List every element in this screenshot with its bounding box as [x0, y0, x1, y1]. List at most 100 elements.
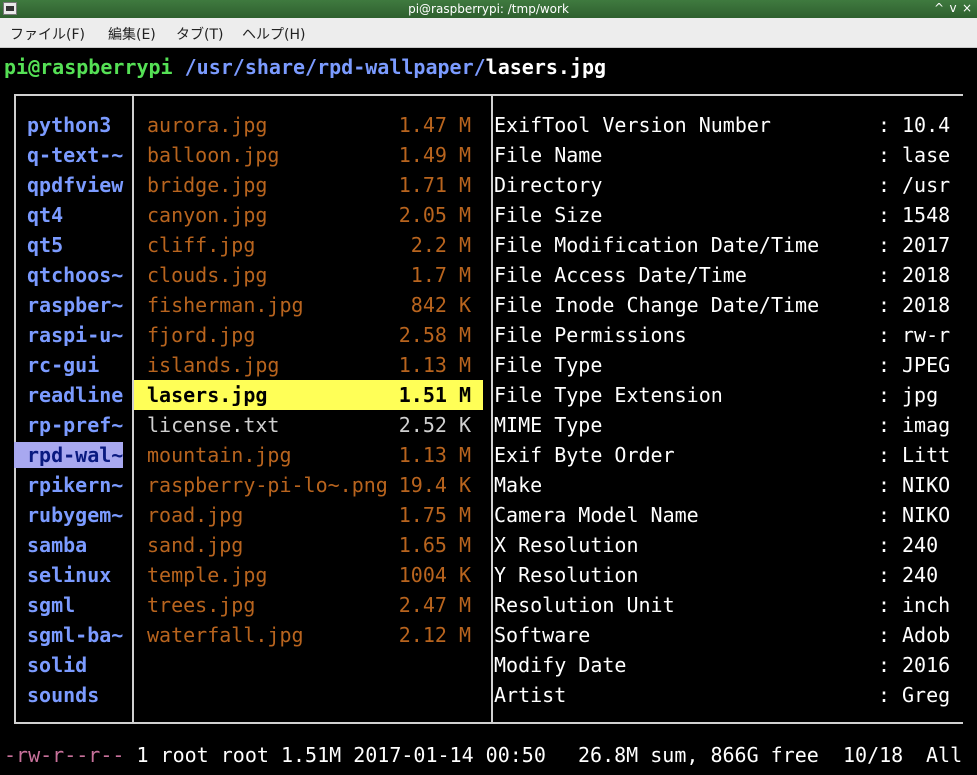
parent-dir-item[interactable]: rc-gui — [27, 350, 124, 380]
exif-field-label: File Modification Date/Time — [494, 233, 820, 257]
file-size: 2.58 M — [398, 323, 471, 347]
parent-dir-item[interactable]: python3 — [27, 110, 124, 140]
prompt-path: /usr/share/rpd-wallpaper/ — [172, 55, 486, 79]
parent-dir-item[interactable]: raspber~ — [27, 290, 124, 320]
parent-dir-item[interactable]: selinux — [27, 560, 124, 590]
exif-field-value: Litt — [902, 443, 951, 467]
file-name[interactable]: road.jpg — [147, 500, 243, 530]
frame-bottom — [14, 722, 963, 724]
file-name[interactable]: balloon.jpg — [147, 140, 279, 170]
maximize-button[interactable]: v — [946, 1, 960, 16]
exif-field-value: JPEG — [902, 353, 951, 377]
parent-dir-item-selected[interactable]: rpd-wal~ — [27, 440, 124, 470]
column-divider-2 — [491, 94, 493, 724]
window-titlebar[interactable]: pi@raspberrypi: /tmp/work ^ v × — [0, 0, 977, 18]
parent-dir-item[interactable]: solid — [27, 650, 124, 680]
file-name[interactable]: bridge.jpg — [147, 170, 267, 200]
exif-separator: : — [878, 623, 891, 647]
status-position: 10/18 — [843, 743, 904, 767]
parent-dir-item[interactable]: rp-pref~ — [27, 410, 124, 440]
exif-field-value: inch — [902, 593, 951, 617]
file-name[interactable]: canyon.jpg — [147, 200, 267, 230]
exif-separator: : — [878, 353, 891, 377]
file-size: 2.47 M — [398, 593, 471, 617]
exif-field-label: ExifTool Version Number — [494, 113, 771, 137]
file-name[interactable]: clouds.jpg — [147, 260, 267, 290]
exif-field-value: lase — [902, 143, 951, 167]
menu-tabs[interactable]: タブ(T) — [176, 24, 223, 44]
menu-help[interactable]: ヘルプ(H) — [242, 24, 305, 44]
exif-separator: : — [878, 413, 891, 437]
parent-dir-item[interactable]: qt5 — [27, 230, 124, 260]
file-size: 1.65 M — [398, 533, 471, 557]
file-size: 1.71 M — [398, 173, 471, 197]
prompt-user-host: pi@raspberrypi — [4, 55, 173, 79]
exif-separator: : — [878, 323, 891, 347]
parent-dir-item[interactable]: qtchoos~ — [27, 260, 124, 290]
exif-field-value: 240 — [902, 533, 939, 557]
exif-separator: : — [878, 443, 891, 467]
exif-field-label: Make — [494, 473, 543, 497]
file-size: 1.47 M — [398, 113, 471, 137]
exif-field-value: NIKO — [902, 503, 951, 527]
parent-dir-item[interactable]: rubygem~ — [27, 500, 124, 530]
file-row-selected[interactable]: lasers.jpg 1.51 M — [134, 380, 483, 410]
parent-dir-item[interactable]: sounds — [27, 680, 124, 710]
file-size: 19.4 K — [398, 473, 471, 497]
file-name[interactable]: fisherman.jpg — [147, 290, 304, 320]
file-name[interactable]: islands.jpg — [147, 350, 279, 380]
exif-field-label: Artist — [494, 683, 567, 707]
minimize-button[interactable]: ^ — [932, 1, 946, 16]
file-size: 1.13 M — [398, 353, 471, 377]
file-name[interactable]: raspberry-pi-lo~.png — [147, 470, 388, 500]
parent-dir-item[interactable]: qt4 — [27, 200, 124, 230]
status-disk-usage: 26.8M sum, 866G free — [578, 743, 819, 767]
file-name[interactable]: waterfall.jpg — [147, 620, 304, 650]
exif-separator: : — [878, 293, 891, 317]
exif-field-value: 2016 — [902, 653, 951, 677]
file-name[interactable]: mountain.jpg — [147, 440, 292, 470]
parent-dir-item[interactable]: raspi-u~ — [27, 320, 124, 350]
file-name[interactable]: temple.jpg — [147, 560, 267, 590]
exif-field-value: imag — [902, 413, 951, 437]
exif-separator: : — [878, 233, 891, 257]
path-header: pi@raspberrypi /usr/share/rpd-wallpaper/… — [4, 52, 606, 82]
exif-field-label: Modify Date — [494, 653, 627, 677]
menu-edit[interactable]: 編集(E) — [108, 24, 156, 44]
prompt-file: lasers.jpg — [485, 55, 607, 79]
parent-dir-item[interactable]: qpdfview — [27, 170, 124, 200]
parent-dir-item[interactable]: rpikern~ — [27, 470, 124, 500]
file-name[interactable]: license.txt — [147, 410, 279, 440]
file-name[interactable]: aurora.jpg — [147, 110, 267, 140]
file-name[interactable]: fjord.jpg — [147, 320, 255, 350]
exif-field-value: Greg — [902, 683, 951, 707]
exif-field-label: Exif Byte Order — [494, 443, 675, 467]
frame-top — [14, 94, 963, 96]
exif-field-label: MIME Type — [494, 413, 603, 437]
status-scroll: All — [926, 743, 963, 767]
parent-dir-item[interactable]: q-text-~ — [27, 140, 124, 170]
parent-dir-item[interactable]: readline — [27, 380, 124, 410]
status-bar: -rw-r--r-- 1 root root 1.51M 2017-01-14 … — [4, 740, 546, 770]
close-button[interactable]: × — [960, 1, 974, 16]
exif-field-label: File Inode Change Date/Time — [494, 293, 820, 317]
file-name[interactable]: cliff.jpg — [147, 230, 255, 260]
file-size: 1.75 M — [398, 503, 471, 527]
file-name[interactable]: trees.jpg — [147, 590, 255, 620]
file-size: 1004 K — [398, 563, 471, 587]
parent-dir-item[interactable]: samba — [27, 530, 124, 560]
parent-dir-item[interactable]: sgml — [27, 590, 124, 620]
exif-field-label: File Permissions — [494, 323, 687, 347]
exif-field-value: NIKO — [902, 473, 951, 497]
exif-separator: : — [878, 503, 891, 527]
exif-field-value: 240 — [902, 563, 939, 587]
menu-file[interactable]: ファイル(F) — [10, 24, 85, 44]
file-size: 2.2 M — [410, 233, 471, 257]
parent-dir-item[interactable]: sgml-ba~ — [27, 620, 124, 650]
exif-field-label: Directory — [494, 173, 603, 197]
file-name[interactable]: sand.jpg — [147, 530, 243, 560]
exif-field-label: File Type — [494, 353, 603, 377]
window-title: pi@raspberrypi: /tmp/work — [408, 2, 569, 16]
terminal-area[interactable]: pi@raspberrypi /usr/share/rpd-wallpaper/… — [0, 48, 977, 775]
status-file-info: 1 root root 1.51M 2017-01-14 00:50 — [124, 743, 546, 767]
